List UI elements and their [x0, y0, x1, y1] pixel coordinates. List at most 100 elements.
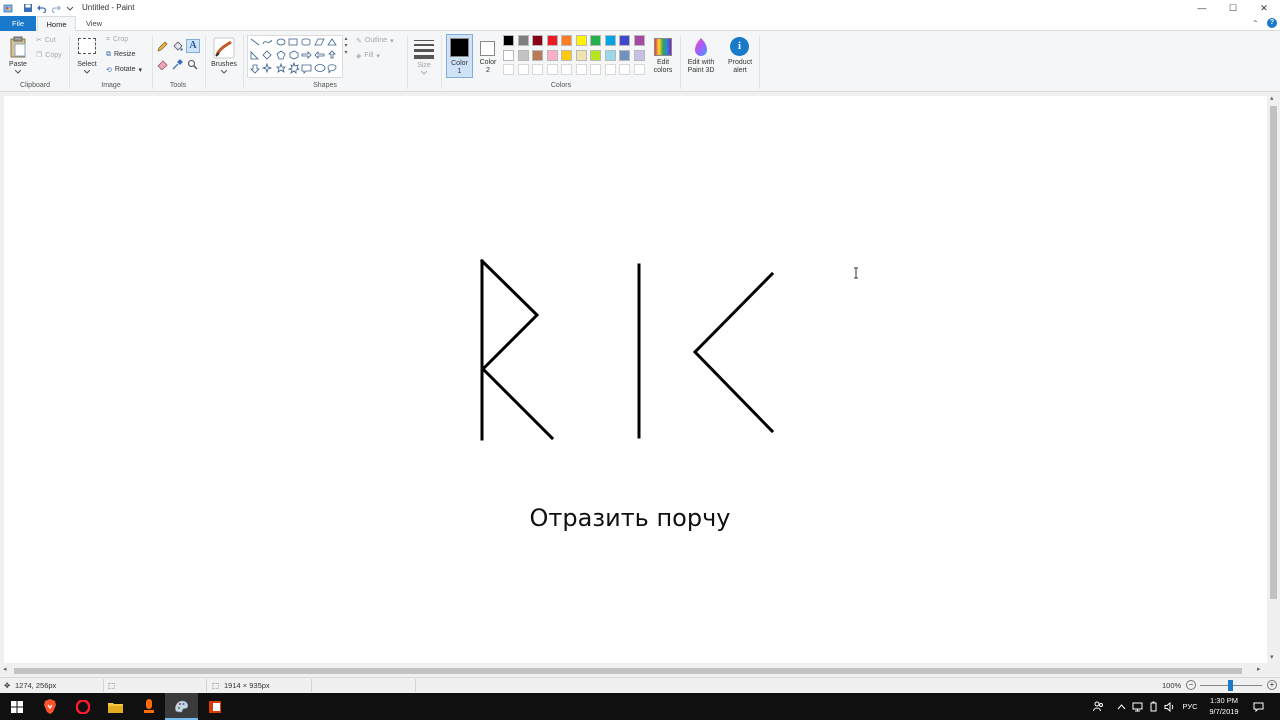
palette-swatch[interactable] — [590, 49, 601, 61]
palette-swatch[interactable] — [604, 49, 616, 61]
palette-swatch[interactable] — [619, 49, 630, 61]
color2-button[interactable]: Color 2 — [476, 34, 500, 78]
maximize-button[interactable]: ☐ — [1217, 0, 1249, 16]
ribbon-divider — [407, 35, 408, 89]
scroll-right-icon[interactable]: ▸ — [1257, 665, 1261, 673]
palette-swatch[interactable] — [633, 49, 645, 61]
taskbar-brave[interactable] — [33, 693, 66, 720]
save-icon[interactable] — [22, 2, 33, 13]
palette-swatch[interactable] — [633, 64, 645, 75]
start-button[interactable] — [0, 693, 33, 720]
zoom-out-button[interactable]: − — [1186, 680, 1196, 690]
collapse-ribbon-icon[interactable]: ⌃ — [1252, 19, 1259, 28]
palette-swatch[interactable] — [517, 49, 529, 61]
palette-swatch[interactable] — [503, 64, 514, 75]
people-icon[interactable] — [1090, 693, 1106, 720]
palette-swatch[interactable] — [604, 64, 616, 75]
customize-quick-access-icon[interactable] — [64, 2, 75, 13]
shapes-gallery[interactable] — [247, 35, 343, 78]
palette-swatch[interactable] — [575, 64, 587, 75]
color2-label: Color 2 — [479, 59, 497, 74]
eraser-tool[interactable] — [157, 59, 168, 72]
folder-icon — [108, 702, 123, 713]
outline-button[interactable]: ✎ Outline ▾ — [356, 37, 394, 45]
taskbar-app-orange[interactable] — [132, 693, 165, 720]
action-center-icon[interactable] — [1250, 693, 1266, 720]
battery-icon[interactable] — [1146, 693, 1160, 720]
palette-swatch[interactable] — [546, 49, 558, 61]
edit-with-paint3d-button[interactable]: Edit with Paint 3D — [683, 34, 719, 80]
palette-swatch[interactable] — [517, 64, 529, 75]
rotate-button[interactable]: ⟲ Rotate ▾ — [106, 66, 142, 74]
palette-swatch[interactable] — [546, 64, 558, 75]
brushes-button[interactable]: Brushes — [208, 34, 240, 78]
volume-icon[interactable] — [1162, 693, 1176, 720]
resize-label: Resize — [114, 51, 136, 58]
redo-icon[interactable] — [50, 2, 61, 13]
scroll-left-icon[interactable]: ◂ — [3, 665, 7, 673]
palette-swatch[interactable] — [503, 35, 514, 46]
canvas-size: 1914 × 935px — [224, 681, 270, 690]
magnifier-tool[interactable] — [187, 59, 198, 72]
fill-button[interactable]: ◈ Fill ▾ — [356, 52, 380, 60]
taskbar-clock[interactable]: 1:30 PM 9/7/2019 — [1204, 695, 1244, 717]
close-button[interactable]: ✕ — [1248, 0, 1280, 16]
vertical-scroll-thumb[interactable] — [1270, 106, 1277, 599]
palette-swatch[interactable] — [575, 49, 587, 61]
undo-icon[interactable] — [36, 2, 47, 13]
show-hidden-icons-icon[interactable] — [1114, 693, 1128, 720]
paste-button[interactable]: Paste — [4, 34, 32, 74]
tab-home[interactable]: Home — [37, 16, 76, 32]
shapes-scroll[interactable]: ▴ ▾ ▾ — [343, 35, 349, 78]
crop-button[interactable]: ⌗ Crop — [106, 36, 128, 44]
product-alert-button[interactable]: i Product alert — [724, 34, 756, 80]
network-icon[interactable] — [1130, 693, 1144, 720]
palette-swatch[interactable] — [561, 64, 572, 75]
color1-button[interactable]: Color 1 — [446, 34, 473, 78]
zoom-in-button[interactable]: + — [1267, 680, 1277, 690]
size-button[interactable]: Size — [411, 34, 437, 78]
fill-tool[interactable] — [172, 41, 183, 54]
palette-swatch[interactable] — [561, 49, 572, 61]
horizontal-scrollbar[interactable]: ◂ ▸ — [0, 665, 1267, 677]
palette-swatch[interactable] — [532, 35, 543, 46]
palette-swatch[interactable] — [604, 35, 616, 46]
palette-swatch[interactable] — [575, 35, 587, 46]
copy-button[interactable]: ❐ Copy — [36, 51, 62, 60]
input-language[interactable]: РУС — [1178, 693, 1202, 720]
color-picker-tool[interactable] — [172, 59, 183, 72]
cut-button[interactable]: ✂ Cut — [36, 36, 56, 45]
select-button[interactable]: Select — [73, 34, 101, 78]
palette-swatch[interactable] — [619, 64, 630, 75]
taskbar-file-explorer[interactable] — [99, 693, 132, 720]
help-icon[interactable]: ? — [1267, 18, 1277, 28]
palette-swatch[interactable] — [546, 35, 558, 46]
scroll-up-icon[interactable]: ▴ — [1270, 94, 1274, 102]
palette-swatch[interactable] — [590, 35, 601, 46]
palette-swatch[interactable] — [633, 35, 645, 46]
product-alert-label: Product alert — [727, 59, 753, 74]
vertical-scrollbar[interactable]: ▴ ▾ — [1267, 92, 1280, 665]
palette-swatch[interactable] — [517, 35, 529, 46]
horizontal-scroll-thumb[interactable] — [14, 668, 1242, 674]
minimize-button[interactable]: — — [1186, 0, 1218, 16]
palette-swatch[interactable] — [532, 64, 543, 75]
pencil-tool[interactable] — [157, 41, 168, 54]
palette-swatch[interactable] — [503, 49, 514, 61]
tab-view[interactable]: View — [76, 16, 112, 31]
taskbar-opera[interactable] — [66, 693, 99, 720]
palette-swatch[interactable] — [619, 35, 630, 46]
zoom-slider-thumb[interactable] — [1228, 680, 1233, 691]
scroll-down-icon[interactable]: ▾ — [1270, 653, 1274, 661]
tab-file[interactable]: File — [0, 16, 36, 31]
palette-swatch[interactable] — [532, 49, 543, 61]
taskbar-paint[interactable] — [165, 693, 198, 720]
text-tool[interactable]: A — [186, 39, 200, 53]
taskbar-app-office[interactable] — [198, 693, 231, 720]
drawing-canvas[interactable]: Отразить порчу — [4, 96, 1267, 663]
text-cursor-icon — [854, 267, 858, 279]
palette-swatch[interactable] — [561, 35, 572, 46]
edit-colors-button[interactable]: Edit colors — [650, 34, 676, 80]
palette-swatch[interactable] — [590, 64, 601, 75]
resize-button[interactable]: ⧉ Resize — [106, 51, 135, 59]
